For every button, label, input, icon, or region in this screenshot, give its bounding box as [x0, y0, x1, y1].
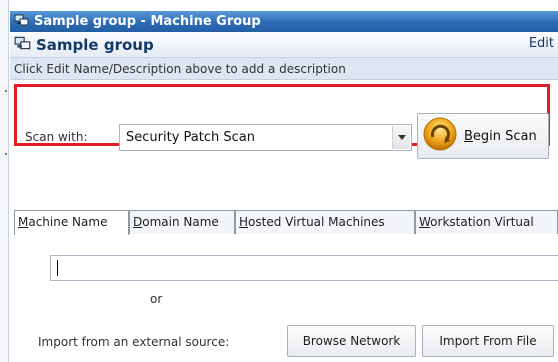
- import-source-label: Import from an external source:: [38, 335, 230, 349]
- tab-hosted-virtual-machines[interactable]: Hosted Virtual Machines: [235, 210, 415, 234]
- edit-link[interactable]: Edit: [529, 36, 554, 51]
- left-pane-edge: [0, 0, 9, 362]
- begin-scan-label: Begin Scan: [464, 128, 537, 144]
- machine-group-icon: [14, 34, 32, 55]
- divider-mark: [5, 90, 7, 92]
- scan-template-select[interactable]: Security Patch Scan: [119, 124, 412, 151]
- or-separator: or: [150, 292, 163, 306]
- tab-workstation-virtual[interactable]: Workstation Virtual: [415, 210, 558, 234]
- divider-mark: [5, 153, 7, 155]
- scan-refresh-icon: [422, 116, 458, 156]
- machine-name-input[interactable]: [50, 255, 558, 281]
- machine-source-tabs: Machine Name Domain Name Hosted Virtual …: [14, 210, 558, 235]
- text-caret: [57, 260, 58, 276]
- browse-network-button[interactable]: Browse Network: [287, 325, 416, 357]
- window-titlebar: Sample group - Machine Group: [10, 11, 558, 32]
- machine-group-icon: [14, 12, 30, 32]
- begin-scan-button[interactable]: Begin Scan: [417, 113, 549, 159]
- dropdown-arrow-icon[interactable]: [392, 126, 410, 149]
- scan-with-label: Scan with:: [25, 130, 88, 144]
- group-header: Sample group Edit: [10, 32, 558, 58]
- tab-machine-name[interactable]: Machine Name: [14, 210, 129, 235]
- scan-template-value: Security Patch Scan: [126, 130, 255, 145]
- import-from-file-button[interactable]: Import From File: [422, 325, 554, 357]
- tab-domain-name[interactable]: Domain Name: [129, 210, 235, 234]
- window-title: Sample group - Machine Group: [34, 14, 261, 29]
- group-name: Sample group: [36, 35, 154, 54]
- description-hint: Click Edit Name/Description above to add…: [10, 58, 558, 80]
